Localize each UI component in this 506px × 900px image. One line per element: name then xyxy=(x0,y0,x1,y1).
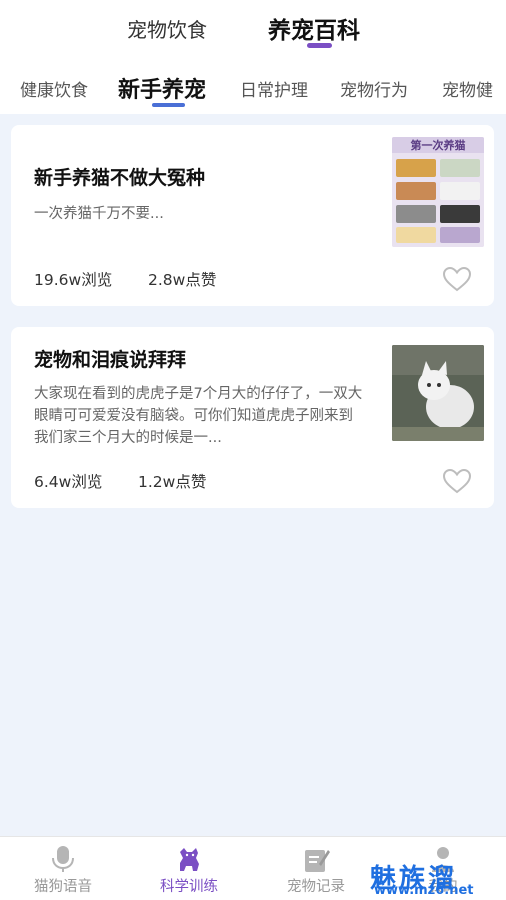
thumbnail-caption: 第一次养猫 xyxy=(411,138,466,152)
heart-icon[interactable] xyxy=(442,266,472,292)
view-count: 6.4w浏览 xyxy=(34,473,103,491)
article-title: 宠物和泪痕说拜拜 xyxy=(34,349,187,371)
like-count: 1.2w点赞 xyxy=(138,473,207,491)
nav-label: 猫狗语音 xyxy=(34,879,92,895)
dog-icon xyxy=(180,848,199,871)
category-tab-bar[interactable]: 健康饮食 新手养宠 日常护理 宠物行为 宠物健 xyxy=(0,60,506,114)
nav-records[interactable]: 宠物记录 xyxy=(253,837,379,900)
tab-daily-care[interactable]: 日常护理 xyxy=(240,76,308,101)
watermark-url: www.mz6.net xyxy=(374,883,474,898)
article-card[interactable]: 宠物和泪痕说拜拜 大家现在看到的虎虎子是7个月大的仔仔了，一双大眼睛可可爱爱没有… xyxy=(11,327,494,508)
article-thumbnail xyxy=(392,345,484,441)
article-card[interactable]: 新手养猫不做大冤种 一次养猫千万不要... 第一次养猫 19.6w浏览 2.8w… xyxy=(11,125,494,306)
tab-pet-diet[interactable]: 宠物饮食 xyxy=(127,14,207,43)
article-title: 新手养猫不做大冤种 xyxy=(34,167,206,189)
like-count: 2.8w点赞 xyxy=(148,271,217,289)
tab-beginner-pet[interactable]: 新手养宠 xyxy=(118,72,206,104)
top-tab-bar: 宠物饮食 养宠百科 xyxy=(0,0,506,60)
category-tab-indicator xyxy=(152,103,185,107)
tab-healthy-diet[interactable]: 健康饮食 xyxy=(20,76,88,101)
article-thumbnail: 第一次养猫 xyxy=(392,137,484,247)
article-summary: 大家现在看到的虎虎子是7个月大的仔仔了，一双大眼睛可可爱爱没有脑袋。可你们知道虎… xyxy=(34,386,363,446)
edit-note-icon xyxy=(305,850,330,872)
tab-pet-behavior[interactable]: 宠物行为 xyxy=(340,76,408,101)
heart-icon[interactable] xyxy=(442,468,472,494)
nav-label: 宠物记录 xyxy=(287,879,345,895)
top-tab-indicator xyxy=(307,43,332,48)
tab-pet-health[interactable]: 宠物健 xyxy=(442,76,493,101)
nav-training[interactable]: 科学训练 xyxy=(126,837,252,900)
microphone-icon xyxy=(52,846,74,872)
nav-label: 科学训练 xyxy=(160,879,218,895)
view-count: 19.6w浏览 xyxy=(34,271,113,289)
nav-voice[interactable]: 猫狗语音 xyxy=(0,837,126,900)
article-summary: 一次养猫千万不要... xyxy=(34,206,164,222)
tab-pet-encyclopedia[interactable]: 养宠百科 xyxy=(268,11,360,45)
